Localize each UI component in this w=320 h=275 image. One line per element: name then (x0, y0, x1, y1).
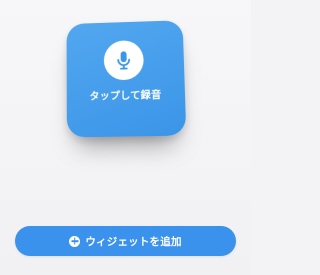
microphone-icon (118, 51, 131, 70)
add-widget-button[interactable]: ウィジェットを追加 (15, 226, 236, 256)
add-widget-label: ウィジェットを追加 (85, 235, 182, 248)
microphone-button (103, 40, 145, 81)
widget-label: タップして録音 (89, 90, 162, 103)
widget-gallery-screen: タップして録音 ウィジェットを追加 (0, 0, 251, 275)
record-widget-preview[interactable]: タップして録音 (66, 20, 187, 138)
plus-circle-icon (69, 235, 81, 247)
